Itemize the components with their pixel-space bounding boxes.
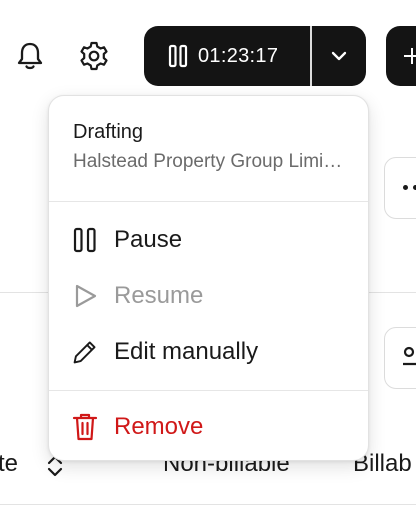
filter-icon bbox=[403, 346, 416, 366]
play-icon bbox=[72, 283, 98, 309]
client-name: Halstead Property Group Limited bbox=[73, 151, 347, 172]
menu-item-resume[interactable]: Resume bbox=[49, 268, 368, 324]
menu-item-label: Edit manually bbox=[114, 338, 259, 365]
menu-item-edit-manually[interactable]: Edit manually bbox=[49, 324, 368, 380]
menu-item-label: Pause bbox=[114, 226, 183, 253]
gear-icon bbox=[80, 41, 108, 71]
menu-item-remove[interactable]: Remove bbox=[49, 399, 368, 455]
timer-toggle-button[interactable]: 01:23:17 bbox=[144, 26, 310, 86]
pause-icon bbox=[72, 227, 98, 253]
chevron-down-icon bbox=[331, 51, 347, 61]
timer-elapsed: 01:23:17 bbox=[198, 44, 279, 67]
bell-icon bbox=[17, 42, 43, 70]
menu-item-pause[interactable]: Pause bbox=[49, 212, 368, 268]
menu-item-label: Resume bbox=[114, 282, 204, 309]
pause-icon bbox=[168, 44, 188, 68]
timer-divider bbox=[310, 26, 312, 86]
timer-dropdown-menu: Drafting Halstead Property Group Limited… bbox=[48, 95, 369, 461]
menu-actions: Pause Resume Edit manually bbox=[49, 202, 368, 390]
running-timer: 01:23:17 bbox=[144, 26, 366, 86]
timer-menu-button[interactable] bbox=[312, 26, 366, 86]
column-header-date[interactable]: te bbox=[0, 450, 18, 478]
app-stage: te Non-billable Billab 01:23:17 Drafting… bbox=[0, 0, 416, 508]
filter-button[interactable] bbox=[384, 327, 416, 389]
menu-danger-zone: Remove bbox=[49, 391, 368, 460]
more-dots-icon bbox=[403, 185, 416, 190]
notifications-button[interactable] bbox=[12, 36, 48, 76]
trash-icon bbox=[72, 413, 98, 441]
task-title: Drafting bbox=[73, 121, 144, 143]
menu-header: Drafting Halstead Property Group Limited bbox=[49, 96, 368, 201]
menu-item-label: Remove bbox=[114, 413, 204, 440]
add-entry-button[interactable] bbox=[386, 26, 416, 86]
pencil-icon bbox=[72, 339, 98, 365]
settings-button[interactable] bbox=[76, 36, 112, 76]
more-options-button[interactable] bbox=[384, 157, 416, 219]
divider bbox=[0, 504, 416, 505]
